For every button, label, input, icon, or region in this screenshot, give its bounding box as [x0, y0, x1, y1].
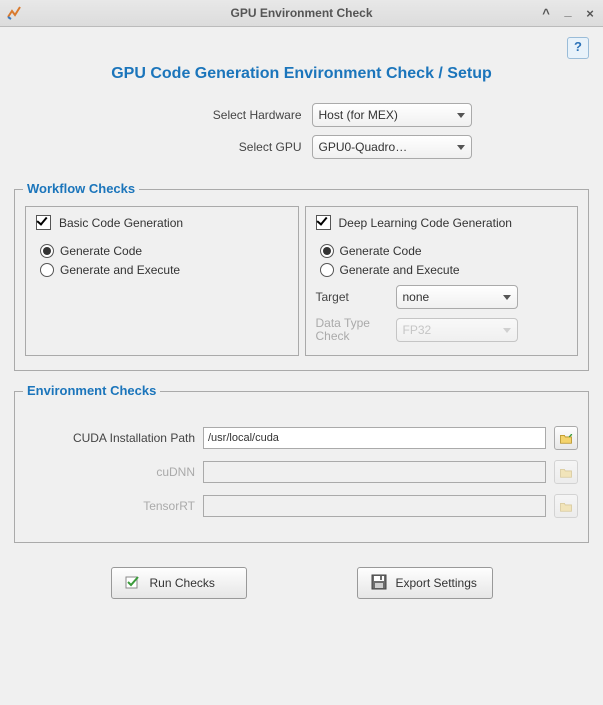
folder-icon	[559, 433, 573, 444]
app-body: ? GPU Code Generation Environment Check …	[0, 27, 603, 705]
close-icon[interactable]: ×	[583, 6, 597, 21]
workflow-checks-legend: Workflow Checks	[23, 181, 139, 196]
select-hardware-value: Host (for MEX)	[319, 108, 398, 122]
select-gpu-label: Select GPU	[132, 140, 302, 154]
basic-generate-code-label: Generate Code	[60, 244, 142, 258]
target-value: none	[403, 290, 430, 304]
target-label: Target	[316, 290, 386, 304]
chevron-down-icon	[457, 145, 465, 150]
cuda-path-input[interactable]	[203, 427, 546, 449]
run-checks-icon	[124, 573, 142, 594]
deep-generate-execute-label: Generate and Execute	[340, 263, 460, 277]
cuda-label: CUDA Installation Path	[25, 431, 195, 445]
select-gpu-row: Select GPU GPU0-Quadro…	[14, 135, 589, 159]
cuda-browse-button[interactable]	[554, 426, 578, 450]
basic-panel: Basic Code Generation Generate Code Gene…	[25, 206, 299, 356]
tensorrt-path-input	[203, 495, 546, 517]
chevron-down-icon	[503, 328, 511, 333]
basic-title: Basic Code Generation	[59, 216, 183, 230]
run-checks-label: Run Checks	[150, 576, 215, 590]
tensorrt-label: TensorRT	[25, 499, 195, 513]
cudnn-path-input	[203, 461, 546, 483]
cudnn-browse-button	[554, 460, 578, 484]
deep-generate-execute-radio[interactable]	[320, 263, 334, 277]
deep-generate-code-radio[interactable]	[320, 244, 334, 258]
deep-title: Deep Learning Code Generation	[339, 216, 512, 230]
basic-checkbox[interactable]	[36, 215, 51, 230]
dtype-dropdown: FP32	[396, 318, 518, 342]
target-dropdown[interactable]: none	[396, 285, 518, 309]
folder-icon	[559, 467, 573, 478]
help-button[interactable]: ?	[567, 37, 589, 59]
deep-checkbox[interactable]	[316, 215, 331, 230]
select-hardware-row: Select Hardware Host (for MEX)	[14, 103, 589, 127]
select-hardware-dropdown[interactable]: Host (for MEX)	[312, 103, 472, 127]
window-controls: ^ _ ×	[539, 6, 597, 21]
chevron-down-icon	[457, 113, 465, 118]
deep-generate-code-label: Generate Code	[340, 244, 422, 258]
basic-generate-execute-label: Generate and Execute	[60, 263, 180, 277]
environment-checks-group: Environment Checks CUDA Installation Pat…	[14, 391, 589, 543]
select-gpu-value: GPU0-Quadro…	[319, 140, 408, 154]
save-icon	[370, 573, 388, 594]
run-checks-button[interactable]: Run Checks	[111, 567, 247, 599]
chevron-down-icon	[503, 295, 511, 300]
select-hardware-label: Select Hardware	[132, 108, 302, 122]
deep-panel: Deep Learning Code Generation Generate C…	[305, 206, 579, 356]
environment-checks-legend: Environment Checks	[23, 383, 160, 398]
export-settings-button[interactable]: Export Settings	[357, 567, 493, 599]
folder-icon	[559, 501, 573, 512]
select-gpu-dropdown[interactable]: GPU0-Quadro…	[312, 135, 472, 159]
basic-generate-execute-radio[interactable]	[40, 263, 54, 277]
tensorrt-browse-button	[554, 494, 578, 518]
titlebar: GPU Environment Check ^ _ ×	[0, 0, 603, 27]
cudnn-label: cuDNN	[25, 465, 195, 479]
page-title: GPU Code Generation Environment Check / …	[14, 65, 589, 83]
minimize-other-icon[interactable]: ^	[539, 6, 553, 21]
workflow-checks-group: Workflow Checks Basic Code Generation Ge…	[14, 189, 589, 371]
minimize-icon[interactable]: _	[561, 3, 575, 18]
dtype-value: FP32	[403, 323, 432, 337]
export-settings-label: Export Settings	[396, 576, 477, 590]
dtype-label: Data Type Check	[316, 317, 386, 343]
window-title: GPU Environment Check	[0, 6, 603, 20]
basic-generate-code-radio[interactable]	[40, 244, 54, 258]
